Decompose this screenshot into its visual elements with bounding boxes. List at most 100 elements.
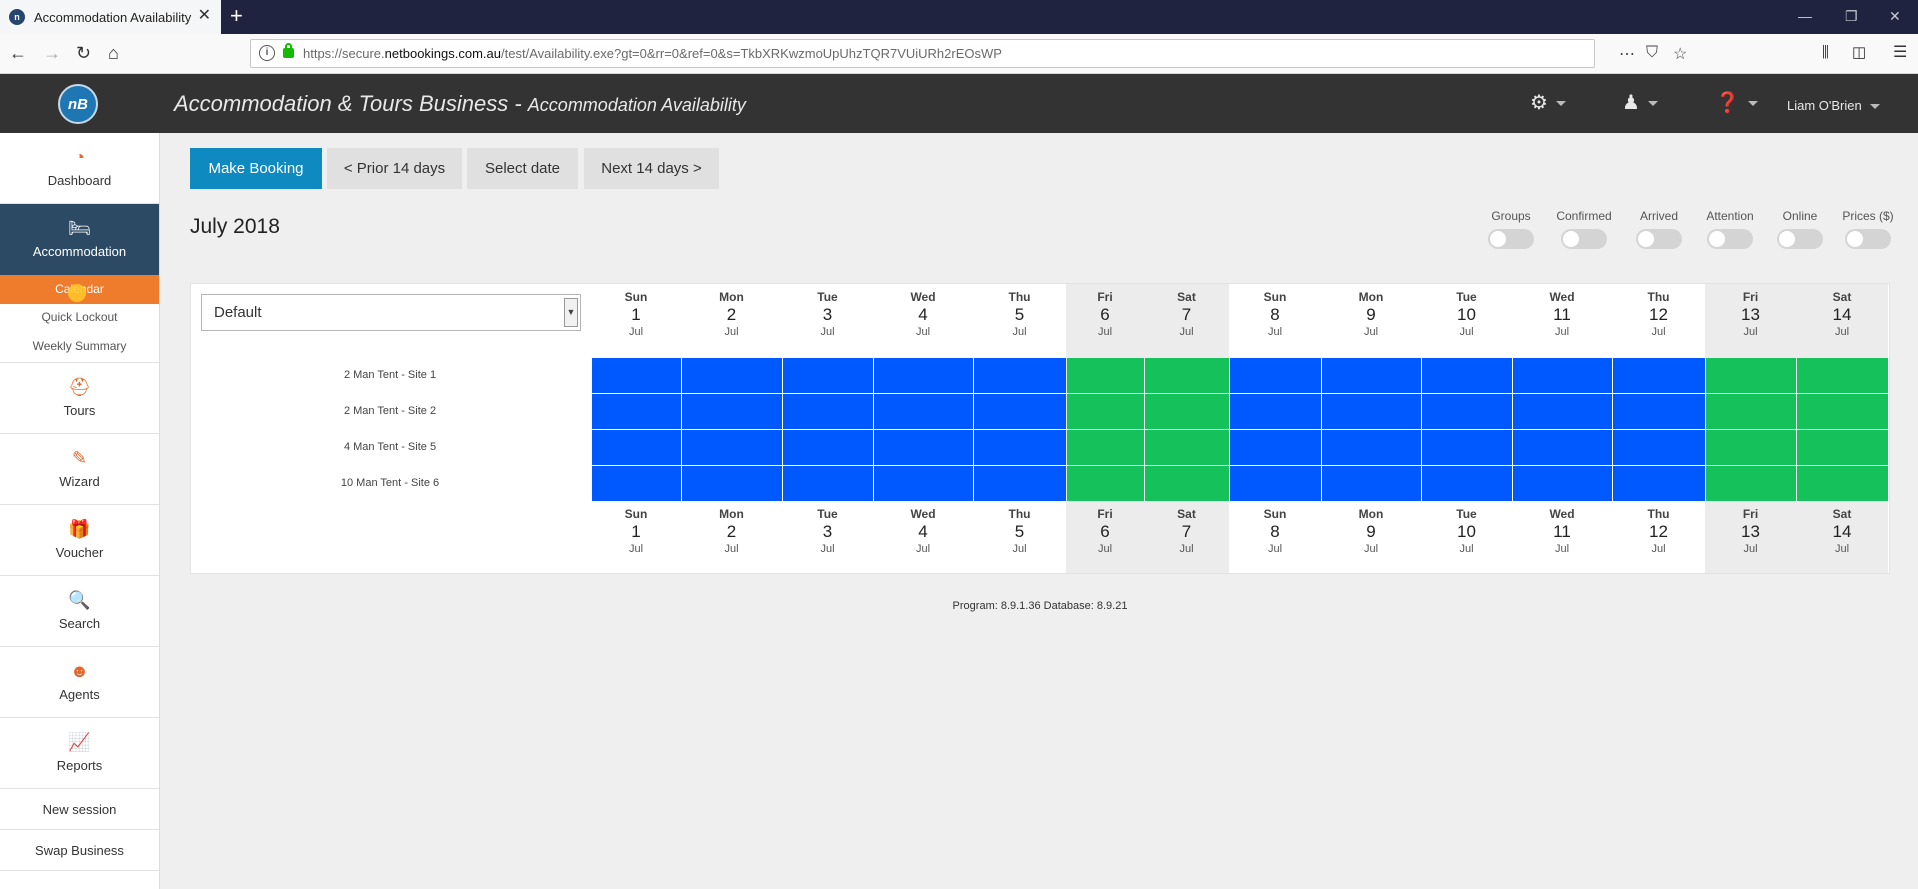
room-label[interactable]: 10 Man Tent - Site 6 xyxy=(205,477,575,489)
sidebar-item-agents[interactable]: ☻ Agents xyxy=(0,647,159,718)
toggle-3[interactable]: Attention xyxy=(1690,209,1770,249)
room-label[interactable]: 2 Man Tent - Site 2 xyxy=(205,405,575,417)
agent-menu[interactable]: ♟ xyxy=(1622,92,1658,114)
availability-cell[interactable] xyxy=(1067,430,1144,465)
availability-cell[interactable] xyxy=(783,466,873,501)
bookmark-star-icon[interactable]: ☆ xyxy=(1673,44,1687,64)
availability-cell[interactable] xyxy=(1230,394,1321,429)
room-label[interactable]: 2 Man Tent - Site 1 xyxy=(205,369,575,381)
availability-cell[interactable] xyxy=(1706,358,1796,393)
menu-icon[interactable]: ☰ xyxy=(1893,43,1907,63)
availability-cell[interactable] xyxy=(1322,394,1421,429)
availability-cell[interactable] xyxy=(1706,466,1796,501)
reload-icon[interactable]: ↻ xyxy=(76,43,91,63)
availability-cell[interactable] xyxy=(1513,430,1612,465)
logo[interactable]: nB xyxy=(58,84,98,124)
availability-cell[interactable] xyxy=(1067,394,1144,429)
availability-cell[interactable] xyxy=(974,430,1066,465)
availability-cell[interactable] xyxy=(874,394,973,429)
info-icon[interactable]: i xyxy=(259,45,275,61)
availability-cell[interactable] xyxy=(1797,466,1888,501)
url-bar[interactable]: i https://secure.netbookings.com.au/test… xyxy=(250,39,1687,68)
availability-cell[interactable] xyxy=(1322,466,1421,501)
availability-cell[interactable] xyxy=(1613,466,1705,501)
sidebar-toggle-icon[interactable]: ◫ xyxy=(1852,43,1866,63)
restore-icon[interactable]: ❐ xyxy=(1845,8,1858,24)
new-tab-icon[interactable]: + xyxy=(230,4,243,28)
availability-cell[interactable] xyxy=(682,358,782,393)
availability-cell[interactable] xyxy=(1797,430,1888,465)
availability-cell[interactable] xyxy=(1230,466,1321,501)
lock-icon[interactable] xyxy=(283,43,294,58)
availability-cell[interactable] xyxy=(1422,358,1512,393)
availability-cell[interactable] xyxy=(682,394,782,429)
availability-cell[interactable] xyxy=(592,430,681,465)
availability-cell[interactable] xyxy=(1145,394,1229,429)
availability-cell[interactable] xyxy=(1422,430,1512,465)
toggle-switch[interactable] xyxy=(1636,229,1682,249)
sidebar-item-voucher[interactable]: 🎁 Voucher xyxy=(0,505,159,576)
toggle-0[interactable]: Groups xyxy=(1471,209,1551,249)
availability-cell[interactable] xyxy=(1422,466,1512,501)
room-label[interactable]: 4 Man Tent - Site 5 xyxy=(205,441,575,453)
back-icon[interactable]: ← xyxy=(9,43,27,63)
toggle-switch[interactable] xyxy=(1707,229,1753,249)
availability-cell[interactable] xyxy=(874,358,973,393)
sidebar-item-wizard[interactable]: ✎ Wizard xyxy=(0,434,159,505)
availability-cell[interactable] xyxy=(1613,358,1705,393)
availability-cell[interactable] xyxy=(1322,430,1421,465)
library-icon[interactable]: ⫼ xyxy=(1822,43,1829,63)
user-menu[interactable]: Liam O'Brien xyxy=(1787,98,1880,113)
availability-cell[interactable] xyxy=(783,358,873,393)
sidebar-item-accommodation[interactable]: 🛏 Accommodation xyxy=(0,204,159,275)
close-tab-icon[interactable]: ✕ xyxy=(198,8,211,24)
availability-cell[interactable] xyxy=(1422,394,1512,429)
home-icon[interactable]: ⌂ xyxy=(108,43,119,63)
availability-cell[interactable] xyxy=(783,430,873,465)
toggle-switch[interactable] xyxy=(1561,229,1607,249)
availability-cell[interactable] xyxy=(1797,394,1888,429)
availability-cell[interactable] xyxy=(874,430,973,465)
availability-cell[interactable] xyxy=(682,466,782,501)
toggle-switch[interactable] xyxy=(1777,229,1823,249)
page-actions-icon[interactable]: ⋯ xyxy=(1619,44,1635,64)
availability-cell[interactable] xyxy=(1797,358,1888,393)
minimize-icon[interactable]: — xyxy=(1798,8,1812,24)
availability-cell[interactable] xyxy=(1230,430,1321,465)
availability-cell[interactable] xyxy=(682,430,782,465)
sidebar-subitem-weekly-summary[interactable]: Weekly Summary xyxy=(0,332,159,363)
availability-cell[interactable] xyxy=(1145,466,1229,501)
availability-cell[interactable] xyxy=(1067,358,1144,393)
availability-cell[interactable] xyxy=(974,466,1066,501)
availability-cell[interactable] xyxy=(592,358,681,393)
make-booking-button[interactable]: Make Booking xyxy=(190,148,322,189)
sidebar-item-tours[interactable]: ⛑ Tours xyxy=(0,363,159,434)
toggle-1[interactable]: Confirmed xyxy=(1544,209,1624,249)
settings-menu[interactable]: ⚙ xyxy=(1530,92,1566,114)
close-window-icon[interactable]: ✕ xyxy=(1889,8,1901,24)
availability-cell[interactable] xyxy=(592,394,681,429)
sidebar-subitem-quick-lockout[interactable]: Quick Lockout xyxy=(0,303,159,332)
swap-business-link[interactable]: Swap Business xyxy=(0,830,159,871)
prior-14-days-button[interactable]: < Prior 14 days xyxy=(327,148,462,189)
toggle-switch[interactable] xyxy=(1488,229,1534,249)
sidebar-item-reports[interactable]: 📈 Reports xyxy=(0,718,159,789)
availability-cell[interactable] xyxy=(974,394,1066,429)
availability-cell[interactable] xyxy=(1513,358,1612,393)
availability-cell[interactable] xyxy=(783,394,873,429)
new-session-link[interactable]: New session xyxy=(0,789,159,830)
sidebar-item-dashboard[interactable]: ◔ Dashboard xyxy=(0,133,159,204)
availability-cell[interactable] xyxy=(1145,358,1229,393)
availability-cell[interactable] xyxy=(1706,430,1796,465)
availability-cell[interactable] xyxy=(1067,466,1144,501)
pocket-icon[interactable]: ⛉ xyxy=(1646,44,1658,62)
availability-cell[interactable] xyxy=(1613,430,1705,465)
toggle-2[interactable]: Arrived xyxy=(1619,209,1699,249)
help-menu[interactable]: ❓ xyxy=(1715,92,1758,114)
toggle-switch[interactable] xyxy=(1845,229,1891,249)
next-14-days-button[interactable]: Next 14 days > xyxy=(584,148,719,189)
availability-cell[interactable] xyxy=(1513,394,1612,429)
availability-cell[interactable] xyxy=(592,466,681,501)
forward-icon[interactable]: → xyxy=(43,43,61,63)
availability-cell[interactable] xyxy=(1706,394,1796,429)
